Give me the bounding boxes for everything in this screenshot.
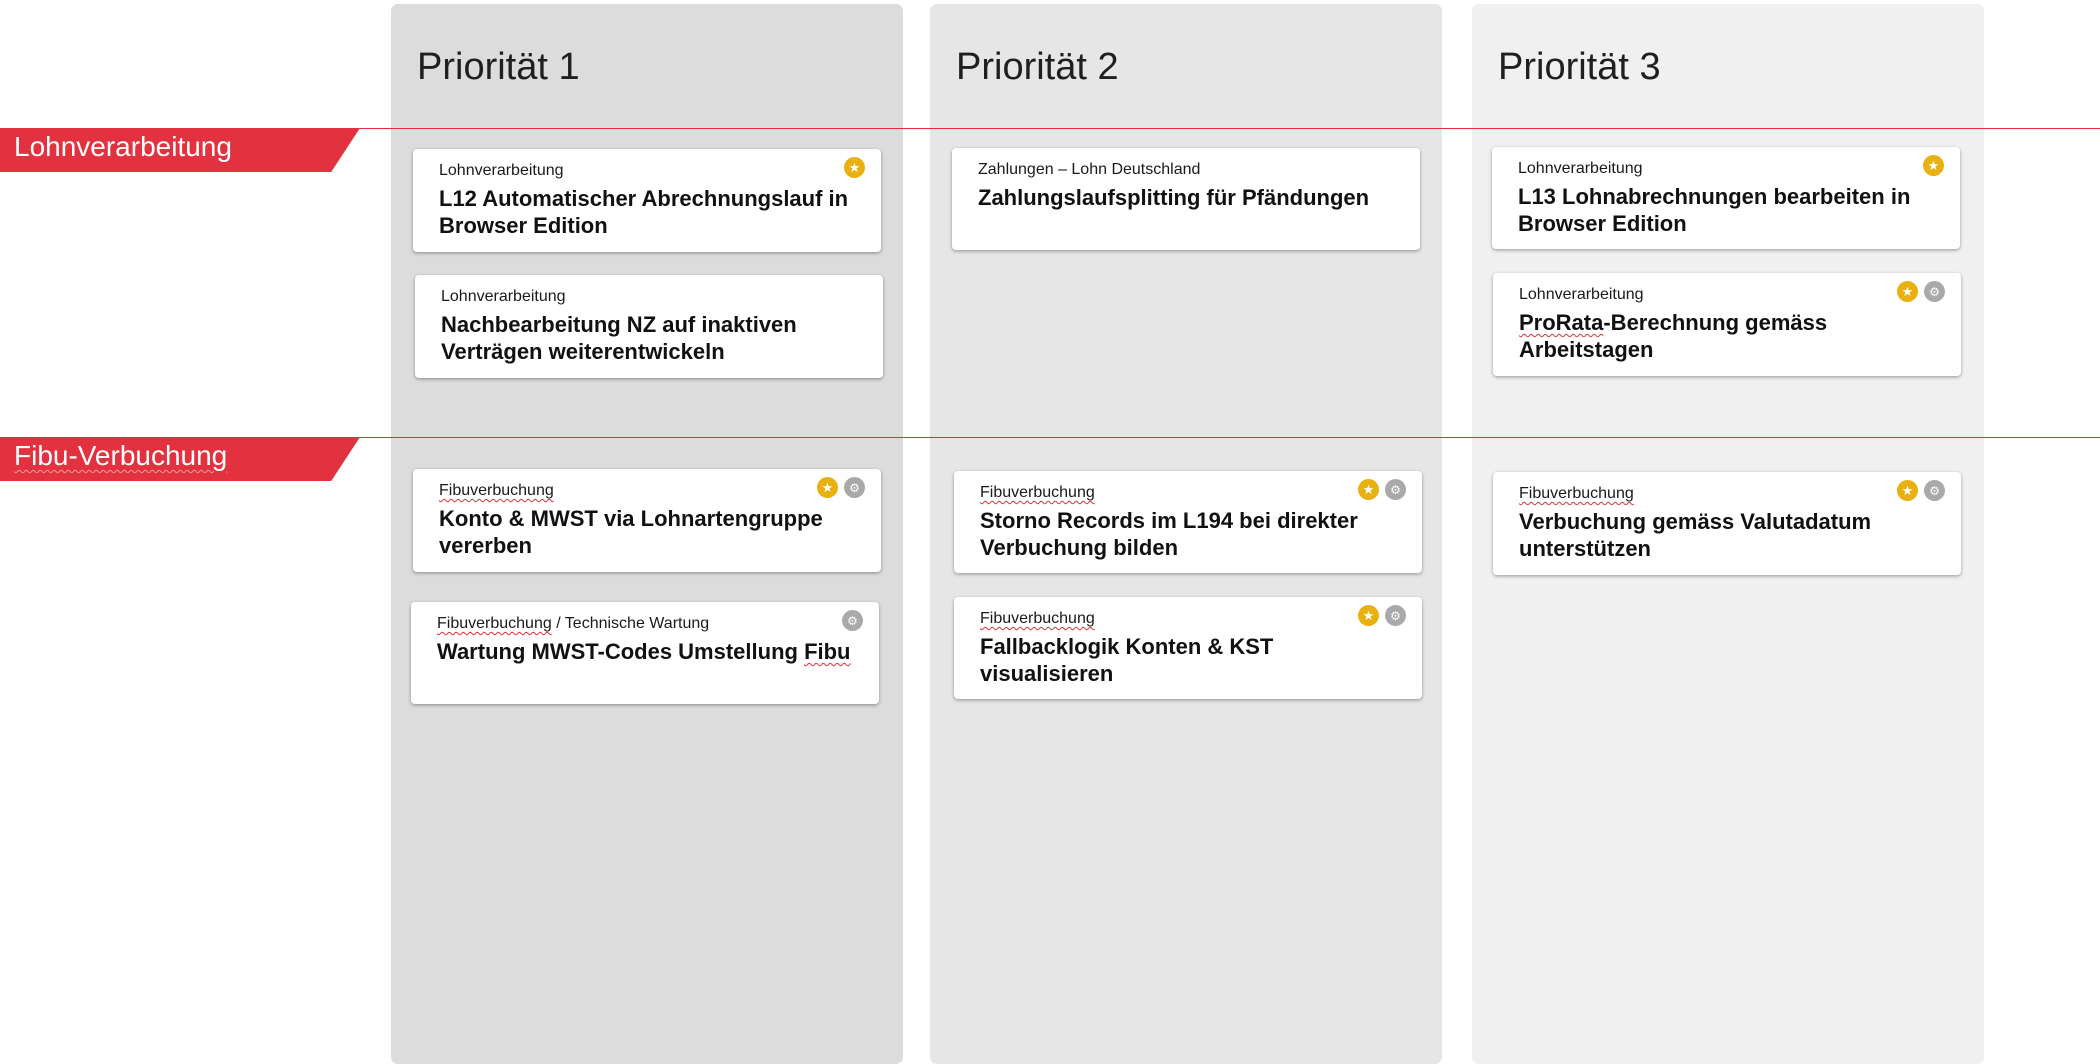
card-category: Fibuverbuchung / Technische Wartung xyxy=(437,614,853,634)
gear-icon[interactable]: ⚙ xyxy=(844,477,865,498)
card-icons: ★ xyxy=(1923,155,1944,176)
card-icons: ⚙ xyxy=(842,610,863,631)
task-card[interactable]: ★ ⚙ Fibuverbuchung Verbuchung gemäss Val… xyxy=(1493,472,1961,575)
column-title: Priorität 2 xyxy=(956,46,1119,88)
card-title-part: Fibu xyxy=(804,639,851,664)
card-category: Lohnverarbeitung xyxy=(1519,286,1644,303)
star-icon[interactable]: ★ xyxy=(1358,605,1379,626)
task-card[interactable]: ★ ⚙ Fibuverbuchung Fallbacklogik Konten … xyxy=(954,597,1422,699)
task-card[interactable]: ★ ⚙ Fibuverbuchung Konto & MWST via Lohn… xyxy=(413,469,881,572)
card-title: Verbuchung gemäss Valutadatum unterstütz… xyxy=(1519,509,1872,561)
card-icons: ★ xyxy=(844,157,865,178)
gear-icon[interactable]: ⚙ xyxy=(842,610,863,631)
card-title-part: Wartung MWST-Codes Umstellung xyxy=(437,639,805,664)
card-title: Wartung MWST-Codes Umstellung Fibu xyxy=(437,638,853,665)
card-title: Storno Records im L194 bei direkter Verb… xyxy=(980,508,1358,560)
card-category-text: Fibuverbuchung xyxy=(439,482,554,499)
card-title: Konto & MWST via Lohnartengruppe vererbe… xyxy=(439,506,823,558)
task-card[interactable]: ★ Lohnverarbeitung L12 Automatischer Abr… xyxy=(413,149,881,252)
card-title: ProRata-Berechnung gemäss Arbeitstagen xyxy=(1519,309,1935,363)
lane-label-text: Fibu-Verbuchung xyxy=(14,440,228,471)
task-card[interactable]: Zahlungen – Lohn Deutschland Zahlungslau… xyxy=(952,148,1420,250)
star-icon[interactable]: ★ xyxy=(1897,480,1918,501)
card-category: Fibuverbuchung xyxy=(439,481,855,501)
card-title-part: ProRata xyxy=(1519,310,1604,335)
column-title: Priorität 3 xyxy=(1498,46,1661,88)
card-title: L13 Lohnabrechnungen bearbeiten in Brows… xyxy=(1518,184,1911,236)
card-category: Lohnverarbeitung xyxy=(1518,160,1643,177)
star-icon[interactable]: ★ xyxy=(817,477,838,498)
card-category: Fibuverbuchung xyxy=(1519,484,1935,504)
gear-icon[interactable]: ⚙ xyxy=(1924,480,1945,501)
card-icons: ★ ⚙ xyxy=(1358,479,1406,500)
card-icons: ★ ⚙ xyxy=(1897,480,1945,501)
star-icon[interactable]: ★ xyxy=(1923,155,1944,176)
gear-icon[interactable]: ⚙ xyxy=(1385,605,1406,626)
star-icon[interactable]: ★ xyxy=(1358,479,1379,500)
card-title: Fallbacklogik Konten & KST visualisieren xyxy=(980,634,1274,686)
lane-label-lohnverarbeitung[interactable]: Lohnverarbeitung xyxy=(0,128,360,172)
task-card[interactable]: Lohnverarbeitung Nachbearbeitung NZ auf … xyxy=(415,275,883,378)
column-title: Priorität 1 xyxy=(417,46,580,88)
card-icons: ★ ⚙ xyxy=(1897,281,1945,302)
task-card[interactable]: ★ Lohnverarbeitung L13 Lohnabrechnungen … xyxy=(1492,147,1960,249)
card-category-text: Fibuverbuchung xyxy=(437,615,552,632)
card-icons: ★ ⚙ xyxy=(1358,605,1406,626)
card-category-text: Fibuverbuchung xyxy=(1519,485,1634,502)
card-category-text: / Technische Wartung xyxy=(551,615,710,632)
card-category: Zahlungen – Lohn Deutschland xyxy=(978,161,1201,178)
lane-label-text: Lohnverarbeitung xyxy=(14,131,232,162)
card-category: Lohnverarbeitung xyxy=(439,162,564,179)
card-category: Fibuverbuchung xyxy=(980,483,1396,503)
card-title: L12 Automatischer Abrechnungslauf in Bro… xyxy=(439,186,849,238)
card-icons: ★ ⚙ xyxy=(817,477,865,498)
star-icon[interactable]: ★ xyxy=(1897,281,1918,302)
task-card[interactable]: ⚙ Fibuverbuchung / Technische Wartung Wa… xyxy=(411,602,879,704)
card-title: Zahlungslaufsplitting für Pfändungen xyxy=(978,185,1370,210)
gear-icon[interactable]: ⚙ xyxy=(1385,479,1406,500)
card-category: Fibuverbuchung xyxy=(980,609,1396,629)
card-category-text: Fibuverbuchung xyxy=(980,610,1095,627)
card-category-text: Fibuverbuchung xyxy=(980,484,1095,501)
card-title: Nachbearbeitung NZ auf inaktiven Verträg… xyxy=(441,312,797,364)
lane-label-fibu-verbuchung[interactable]: Fibu-Verbuchung xyxy=(0,437,360,481)
card-category: Lohnverarbeitung xyxy=(441,288,566,305)
task-card[interactable]: ★ ⚙ Lohnverarbeitung ProRata-Berechnung … xyxy=(1493,273,1961,376)
star-icon[interactable]: ★ xyxy=(844,157,865,178)
task-card[interactable]: ★ ⚙ Fibuverbuchung Storno Records im L19… xyxy=(954,471,1422,573)
gear-icon[interactable]: ⚙ xyxy=(1924,281,1945,302)
